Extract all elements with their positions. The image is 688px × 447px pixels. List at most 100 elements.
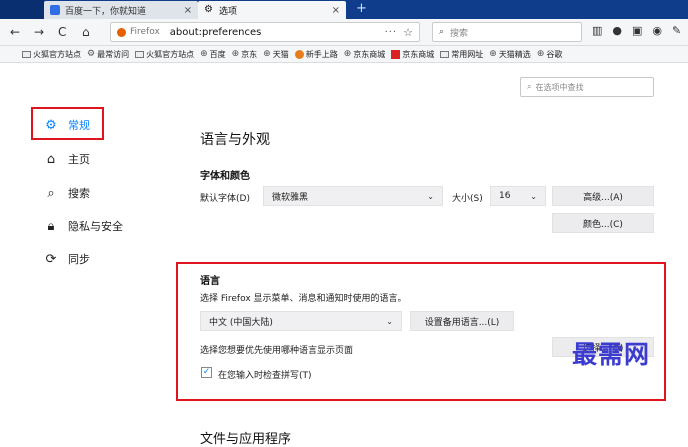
- extensions-icon[interactable]: ✎: [672, 24, 681, 37]
- bookmark-item[interactable]: 新手上路: [294, 49, 338, 60]
- bookmark-label: 京东: [241, 49, 258, 59]
- language-value: 中文 (中国大陆): [209, 317, 273, 328]
- bookmark-label: 火狐官方站点: [146, 49, 195, 59]
- sidebar-item-label: 同步: [68, 253, 90, 266]
- library-icon[interactable]: ▥: [592, 24, 602, 37]
- home-icon: ⌂: [46, 151, 56, 167]
- bookmarks-bar: 火狐官方站点 ⚙ 最常访问 火狐官方站点 ⊕ 百度 ⊕ 京东 ⊕ 天猫 新手上路 ⊕ 京东…: [0, 46, 688, 63]
- fonts-colors-heading: 字体和颜色: [200, 171, 250, 182]
- bookmark-item[interactable]: ⊕ 京东商城: [344, 49, 386, 60]
- search-placeholder: 搜索: [450, 28, 469, 39]
- sidebar-item-privacy[interactable]: 🔒︎ 隐私与安全: [44, 218, 123, 234]
- language-description: 选择 Firefox 显示菜单、消息和通知时使用的语言。: [200, 294, 407, 304]
- font-size-select[interactable]: 16 ⌄: [490, 186, 546, 206]
- chat-icon[interactable]: ●: [612, 24, 622, 37]
- default-font-select[interactable]: 微软雅黑 ⌄: [263, 186, 443, 206]
- firefox-icon: [294, 49, 304, 59]
- bookmark-item[interactable]: ⊕ 天猫精选: [489, 49, 531, 60]
- colors-button[interactable]: 颜色...(C): [552, 213, 654, 233]
- gear-icon: ⚙: [204, 4, 213, 15]
- globe-icon: ⊕: [263, 49, 271, 59]
- bookmark-item[interactable]: 火狐官方站点: [22, 49, 81, 60]
- url-text[interactable]: about:preferences: [170, 27, 262, 38]
- reload-button[interactable]: C: [58, 25, 66, 39]
- search-icon: ⌕: [527, 82, 532, 91]
- sync-icon: ⟳: [45, 251, 57, 267]
- globe-icon: ⊕: [200, 49, 208, 59]
- gear-icon: ⚙: [45, 117, 57, 133]
- search-icon: ⌕: [439, 27, 445, 37]
- tab-label: 百度一下，你就知道: [65, 6, 147, 17]
- tab-bar-left: [0, 0, 44, 19]
- url-bar[interactable]: Firefox about:preferences ··· ☆: [110, 22, 420, 42]
- default-font-label: 默认字体(D): [200, 194, 250, 204]
- sidebar-icon[interactable]: ▣: [632, 24, 642, 37]
- baidu-favicon-icon: [50, 5, 60, 15]
- forward-button[interactable]: →: [34, 25, 44, 39]
- globe-icon: ⊕: [536, 49, 545, 59]
- page-language-text: 选择您想要优先使用哪种语言显示页面: [200, 346, 354, 356]
- bookmark-star-icon[interactable]: ☆: [403, 26, 413, 39]
- jd-icon: [391, 49, 401, 59]
- tab-baidu[interactable]: 百度一下，你就知道 ×: [44, 1, 198, 19]
- close-icon[interactable]: ×: [184, 5, 192, 16]
- find-placeholder: 在选项中查找: [535, 82, 584, 92]
- bookmark-item[interactable]: ⊕ 天猫: [263, 49, 289, 60]
- sidebar-item-label: 隐私与安全: [68, 220, 123, 233]
- new-tab-button[interactable]: +: [356, 1, 367, 17]
- chevron-down-icon: ⌄: [530, 191, 537, 201]
- close-icon[interactable]: ×: [332, 5, 340, 16]
- advanced-fonts-button[interactable]: 高级...(A): [552, 186, 654, 206]
- bookmark-item[interactable]: ⚙ 最常访问: [87, 49, 129, 60]
- search-bar[interactable]: ⌕ 搜索: [432, 22, 582, 42]
- bookmark-label: 新手上路: [305, 49, 338, 59]
- folder-icon: [135, 50, 145, 58]
- sidebar-item-general[interactable]: ⚙ 常规: [44, 117, 90, 133]
- folder-icon: [440, 50, 450, 58]
- globe-icon: ⊕: [343, 49, 352, 59]
- search-icon: ⌕: [47, 185, 55, 201]
- language-select[interactable]: 中文 (中国大陆) ⌄: [200, 311, 402, 331]
- identity-box[interactable]: Firefox: [117, 27, 160, 37]
- language-heading: 语言: [200, 276, 220, 287]
- folder-icon: [22, 50, 31, 58]
- files-apps-section-title: 文件与应用程序: [200, 432, 292, 447]
- bookmark-label: 京东商城: [353, 49, 386, 59]
- back-button[interactable]: ←: [10, 25, 20, 39]
- bookmark-item[interactable]: ⊕ 百度: [200, 49, 226, 60]
- sidebar-item-sync[interactable]: ⟳ 同步: [44, 251, 90, 267]
- spellcheck-checkbox[interactable]: ✓: [201, 367, 212, 378]
- chevron-down-icon: ⌄: [427, 191, 434, 201]
- bookmark-label: 天猫: [272, 49, 289, 59]
- bookmark-label: 常用网址: [451, 49, 484, 59]
- bookmark-item[interactable]: ⊕ 谷歌: [537, 49, 563, 60]
- tab-bar: 百度一下，你就知道 × ⚙ 选项 × +: [0, 0, 688, 19]
- sidebar-item-label: 主页: [68, 153, 90, 166]
- font-size-label: 大小(S): [452, 194, 483, 204]
- bookmark-item[interactable]: 火狐官方站点: [135, 49, 194, 60]
- bookmark-label: 百度: [209, 49, 226, 59]
- bookmark-label: 天猫精选: [498, 49, 531, 59]
- find-in-options-input[interactable]: ⌕ 在选项中查找: [520, 77, 654, 97]
- bookmark-label: 最常访问: [97, 49, 130, 59]
- account-icon[interactable]: ◉: [652, 24, 662, 37]
- firefox-icon: [117, 27, 126, 37]
- bookmark-item[interactable]: 京东商城: [391, 49, 434, 60]
- font-size-value: 16: [499, 191, 511, 201]
- sidebar-item-home[interactable]: ⌂ 主页: [44, 151, 90, 167]
- sidebar-item-label: 常规: [68, 119, 90, 132]
- sidebar-item-label: 搜索: [68, 187, 90, 200]
- nav-bar: ← → C ⌂ Firefox about:preferences ··· ☆ …: [0, 19, 688, 46]
- preferences-content: ⌕ 在选项中查找 ⚙ 常规 ⌂ 主页 ⌕ 搜索 🔒︎ 隐私与安全 ⟳ 同步 语言…: [0, 63, 688, 447]
- alternative-languages-button[interactable]: 设置备用语言...(L): [410, 311, 514, 331]
- spellcheck-label: 在您输入时检查拼写(T): [218, 371, 312, 381]
- sidebar-item-search[interactable]: ⌕ 搜索: [44, 185, 90, 201]
- home-button[interactable]: ⌂: [82, 25, 90, 39]
- bookmark-item[interactable]: ⊕ 京东: [232, 49, 258, 60]
- identity-label: Firefox: [130, 27, 160, 37]
- tab-label: 选项: [219, 6, 238, 17]
- page-actions-icon[interactable]: ···: [385, 27, 398, 38]
- tab-preferences[interactable]: ⚙ 选项 ×: [198, 1, 346, 19]
- bookmark-item[interactable]: 常用网址: [440, 49, 483, 60]
- gear-icon: ⚙: [87, 49, 96, 59]
